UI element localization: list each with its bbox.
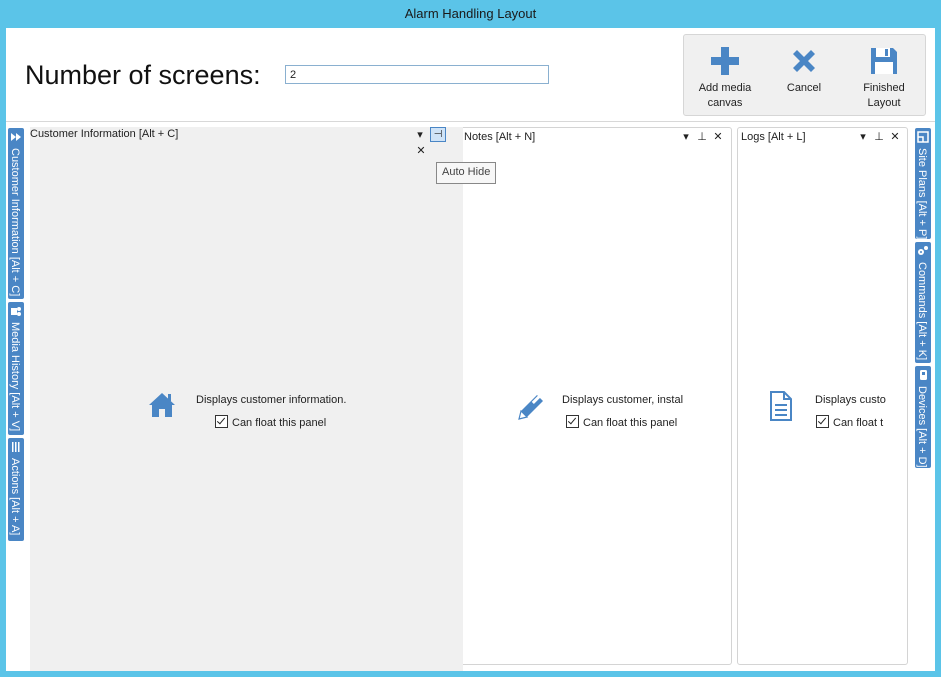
finished-label-2: Layout: [867, 97, 901, 109]
auto-hide-pin-icon[interactable]: ⊣: [430, 127, 447, 142]
pin-icon[interactable]: ⊥: [695, 130, 709, 144]
chevron-down-icon[interactable]: ▾: [679, 130, 693, 144]
checkbox-checked-icon[interactable]: [566, 415, 579, 428]
notes-panel-title: Notes [Alt + N]: [464, 131, 536, 143]
left-tab-label: Media History [Alt + V]: [9, 322, 21, 432]
notes-panel: Notes [Alt + N] ▾ ⊥ ✕ Displays customer, i…: [458, 127, 732, 665]
right-tab-site-plans[interactable]: Site Plans [Alt + P]: [915, 128, 931, 239]
customer-information-panel: Customer Information [Alt + C] ▾ ⊣ ✕ Dis…: [30, 127, 463, 671]
customer-float-checkbox[interactable]: Can float this panel: [215, 415, 326, 429]
checkbox-checked-icon[interactable]: [215, 415, 228, 428]
customer-description: Displays customer information.: [196, 394, 347, 406]
header-divider: [6, 121, 935, 122]
device-icon: [920, 370, 927, 380]
screens-count-input[interactable]: [285, 65, 549, 84]
close-icon: [793, 50, 815, 72]
checkbox-checked-icon[interactable]: [816, 415, 829, 428]
document-icon: [770, 391, 792, 421]
right-tab-commands[interactable]: Commands [Alt + K]: [915, 242, 931, 363]
logs-description: Displays custo: [815, 394, 886, 406]
add-media-label-1: Add media: [698, 82, 752, 94]
gears-icon: [918, 246, 928, 255]
customer-float-label: Can float this panel: [232, 417, 327, 429]
notes-float-checkbox[interactable]: Can float this panel: [566, 415, 677, 429]
notes-panel-buttons: ▾ ⊥ ✕: [677, 130, 725, 144]
logs-panel-buttons: ▾ ⊥ ✕: [854, 130, 902, 144]
client-area: Number of screens: Add media canvas Canc…: [6, 28, 935, 671]
app-window: Alarm Handling Layout Number of screens:…: [0, 0, 941, 677]
auto-hide-tooltip: Auto Hide: [436, 162, 497, 184]
site-plan-icon: [917, 131, 929, 143]
add-media-canvas-button[interactable]: Add media canvas: [690, 41, 760, 111]
customer-panel-buttons: ▾ ⊣ ✕: [414, 127, 463, 157]
left-dock-strip: Customer Information [Alt + C] Media His…: [6, 128, 25, 671]
notes-description: Displays customer, instal: [562, 394, 684, 406]
left-tab-label: Customer Information [Alt + C]: [9, 148, 21, 297]
left-tab-media-history[interactable]: Media History [Alt + V]: [8, 302, 24, 435]
left-tab-customer-information[interactable]: Customer Information [Alt + C]: [8, 128, 24, 299]
left-tab-actions[interactable]: Actions [Alt + A]: [8, 438, 24, 541]
right-tab-label: Devices [Alt + D]: [916, 386, 928, 468]
close-icon[interactable]: ✕: [414, 143, 428, 159]
logs-panel: Logs [Alt + L] ▾ ⊥ ✕ Displays custo Can fl…: [737, 127, 908, 665]
finished-layout-button[interactable]: Finished Layout: [849, 41, 919, 111]
forward-icon: [11, 133, 21, 141]
cancel-label: Cancel: [786, 82, 822, 94]
pin-icon[interactable]: ⊥: [872, 130, 886, 144]
chevron-down-icon[interactable]: ▾: [856, 130, 870, 144]
add-media-label-2: canvas: [707, 97, 743, 109]
right-tab-label: Commands [Alt + K]: [916, 262, 928, 361]
right-tab-label: Site Plans [Alt + P]: [916, 148, 928, 240]
close-icon[interactable]: ✕: [711, 130, 725, 144]
logs-panel-title: Logs [Alt + L]: [741, 131, 806, 143]
finished-label-1: Finished: [863, 82, 905, 94]
window-title: Alarm Handling Layout: [404, 6, 537, 21]
home-icon: [149, 393, 175, 417]
logs-float-checkbox[interactable]: Can float t: [816, 415, 883, 429]
logs-float-label: Can float t: [833, 417, 884, 429]
toolbar: Add media canvas Cancel Finished Layout: [683, 34, 926, 116]
right-dock-strip: Site Plans [Alt + P] Commands [Alt + K] …: [913, 128, 935, 671]
cancel-button[interactable]: Cancel: [769, 41, 839, 111]
plus-icon: [711, 47, 739, 75]
pencil-icon: [518, 395, 543, 420]
notes-float-label: Can float this panel: [583, 417, 678, 429]
close-icon[interactable]: ✕: [888, 130, 902, 144]
screens-count-label: Number of screens:: [25, 60, 261, 90]
chevron-down-icon[interactable]: ▾: [414, 127, 426, 143]
save-icon: [871, 48, 897, 74]
customer-panel-title: Customer Information [Alt + C]: [30, 128, 179, 140]
right-tab-devices[interactable]: Devices [Alt + D]: [915, 366, 931, 468]
media-icon: [11, 307, 21, 316]
left-tab-label: Actions [Alt + A]: [9, 458, 21, 536]
list-icon: [12, 442, 20, 452]
